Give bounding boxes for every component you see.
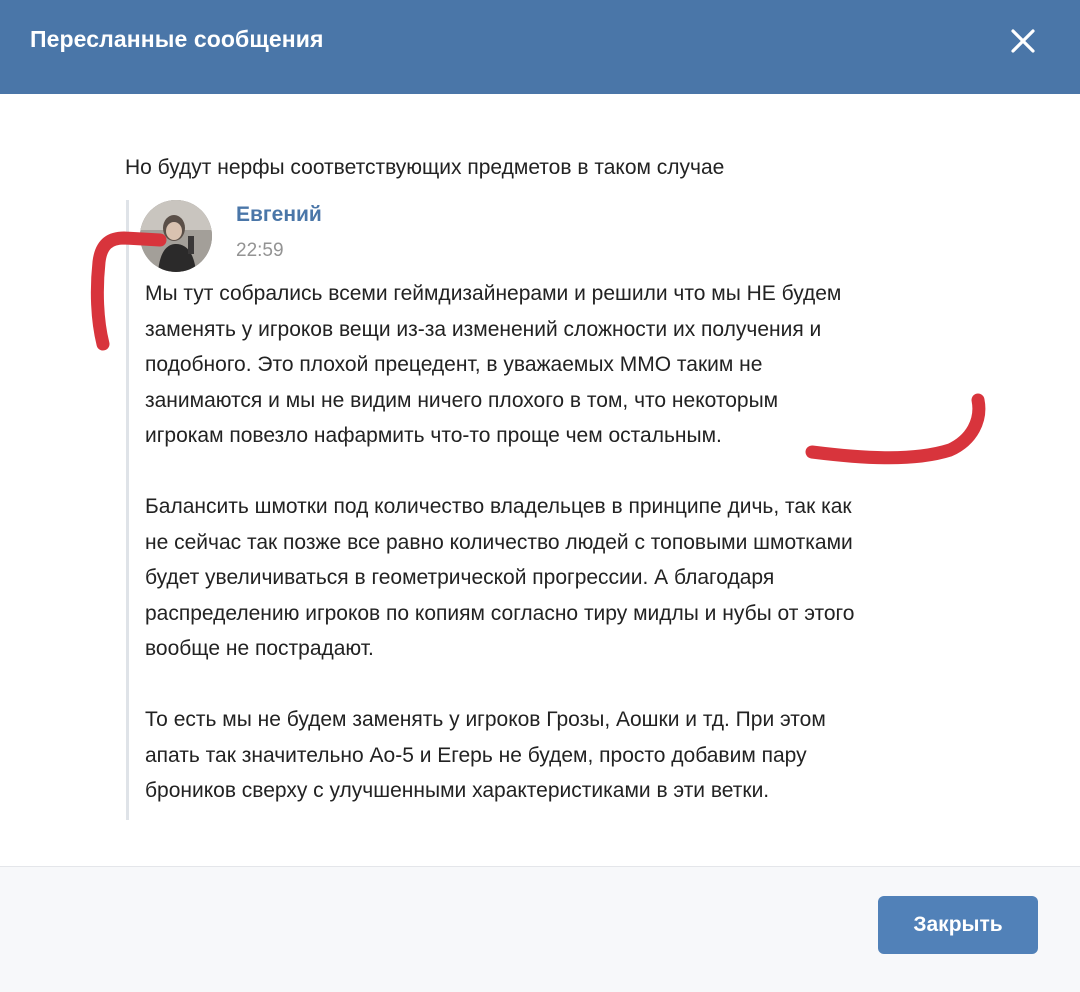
avatar-photo — [140, 200, 212, 272]
text-line: вообще не пострадают. — [145, 637, 374, 660]
close-button[interactable]: Закрыть — [878, 896, 1038, 954]
text-line: игрокам повезло нафармить что-то проще ч… — [145, 424, 722, 447]
text-line: Мы тут собрались всеми геймдизайнерами и… — [145, 282, 842, 305]
author-name[interactable]: Евгений — [236, 203, 322, 227]
text-line: броников сверху с улучшенными характерис… — [145, 779, 770, 802]
close-icon[interactable] — [1006, 24, 1040, 58]
text-line: заменять у игроков вещи из-за изменений … — [145, 317, 822, 341]
forwarded-messages-modal: Пересланные сообщения Но будут нерфы соо… — [0, 0, 1080, 992]
message-text: Но будут нерфы соответствующих предметов… — [125, 156, 725, 179]
message-paragraph: Балансить шмотки под количество владельц… — [145, 489, 1045, 667]
text-line: То есть мы не будем заменять у игроков Г… — [145, 708, 826, 731]
text-line: апать так значительно Ао-5 и Егерь не бу… — [145, 743, 807, 767]
modal-header: Пересланные сообщения — [0, 0, 1080, 94]
text-line: подобного. Это плохой прецедент, в уважа… — [145, 353, 763, 376]
text-line: распределению игроков по копиям согласно… — [145, 601, 855, 625]
text-line: не сейчас так позже все равно количество… — [145, 530, 853, 554]
message-paragraph: То есть мы не будем заменять у игроков Г… — [145, 702, 1045, 809]
message-paragraph: Мы тут собрались всеми геймдизайнерами и… — [145, 276, 1045, 454]
avatar[interactable] — [140, 200, 212, 272]
text-line: занимаются и мы не видим ничего плохого … — [145, 388, 779, 412]
text-line: будет увеличиваться в геометрической про… — [145, 566, 775, 589]
forward-indicator-bar — [126, 200, 129, 820]
message-time: 22:59 — [236, 240, 284, 261]
text-line: Балансить шмотки под количество владельц… — [145, 495, 852, 518]
modal-title: Пересланные сообщения — [30, 26, 324, 52]
